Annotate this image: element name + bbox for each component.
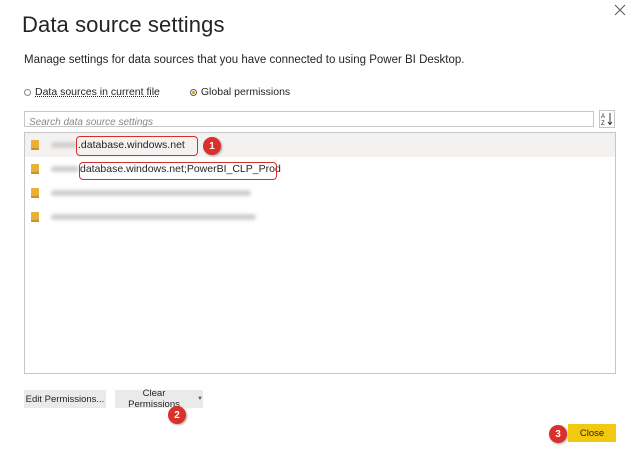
database-icon [31,188,39,198]
list-item[interactable] [25,205,615,229]
radio-global-permissions-label: Global permissions [200,86,291,98]
data-source-settings-dialog: Data source settings Manage settings for… [0,0,640,465]
redacted-text [51,142,77,148]
close-button[interactable]: Close [568,424,616,442]
highlight-box [79,162,277,180]
svg-text:Z: Z [601,121,605,126]
search-input[interactable] [25,115,593,130]
radio-current-file[interactable]: Data sources in current file [24,86,160,98]
database-icon [31,164,39,174]
dialog-description: Manage settings for data sources that yo… [24,54,465,66]
edit-permissions-button[interactable]: Edit Permissions... [24,390,106,408]
database-icon [31,212,39,222]
radio-current-file-label: Data sources in current file [35,86,160,98]
radio-indicator [189,88,197,96]
highlight-box [76,136,198,156]
redacted-text [51,166,79,172]
sort-az-icon: A Z [601,113,613,126]
scope-radio-group: Data sources in current file Global perm… [24,85,290,99]
sort-button[interactable]: A Z [599,110,615,128]
search-box [24,111,594,130]
chevron-down-icon: ▼ [197,396,203,402]
svg-text:A: A [601,114,605,120]
radio-indicator [24,88,31,96]
annotation-marker-3: 3 [549,425,567,443]
redacted-text [51,214,256,220]
redacted-text [51,190,251,196]
dialog-title: Data source settings [22,12,225,37]
radio-global-permissions[interactable]: Global permissions [189,86,291,98]
close-icon[interactable] [614,4,628,18]
list-item[interactable] [25,181,615,205]
database-icon [31,140,39,150]
clear-permissions-button[interactable]: Clear Permissions ▼ [115,388,203,410]
annotation-marker-1: 1 [203,137,221,155]
annotation-marker-2: 2 [168,406,186,424]
